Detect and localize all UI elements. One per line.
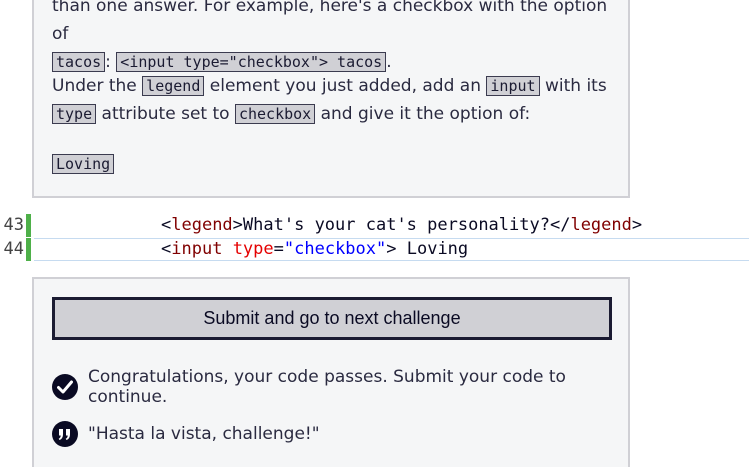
inline-code-type: type — [52, 104, 97, 124]
inline-code-loving: Loving — [52, 154, 115, 174]
inline-code-tacos: tacos — [52, 52, 106, 72]
instruction-text: and give it the option of: — [320, 104, 531, 124]
pass-indicator-bar — [26, 238, 31, 261]
instruction-text: Under the — [52, 76, 137, 96]
inline-code-legend: legend — [142, 76, 205, 96]
submit-button[interactable]: Submit and go to next challenge — [52, 297, 612, 340]
checkmark-circle-icon — [52, 374, 78, 400]
instructions-paragraph-1: than one answer. For example, here's a c… — [52, 0, 620, 76]
success-message-row: Congratulations, your code passes. Submi… — [52, 367, 628, 407]
code-tag: input — [171, 239, 223, 259]
line-code[interactable]: <legend>What's your cat's personality?</… — [161, 214, 642, 237]
instruction-text: attribute set to — [101, 104, 230, 124]
quote-icon — [52, 421, 78, 447]
instructions-panel: than one answer. For example, here's a c… — [32, 0, 630, 198]
inline-code-input-example: <input type="checkbox"> tacos — [116, 52, 387, 72]
editor-line-active[interactable]: 44 <input type="checkbox"> Loving — [0, 238, 749, 261]
inline-code-input: input — [486, 76, 540, 96]
code-editor[interactable]: 43 <legend>What's your cat's personality… — [0, 212, 749, 262]
instruction-text: : — [105, 52, 111, 72]
result-panel: Submit and go to next challenge Congratu… — [32, 277, 630, 467]
instructions-option: Loving — [52, 150, 620, 178]
code-tag: legend — [570, 215, 632, 235]
code-text: Loving — [396, 239, 469, 259]
code-text: What's your cat's personality? — [242, 215, 550, 235]
code-string: "checkbox" — [283, 239, 387, 259]
success-message: Congratulations, your code passes. Submi… — [88, 367, 566, 407]
editor-line[interactable]: 43 <legend>What's your cat's personality… — [0, 214, 749, 237]
quote-text: "Hasta la vista, challenge!" — [88, 424, 320, 444]
instruction-text: than one answer. For example, here's a c… — [52, 0, 608, 44]
line-number: 43 — [3, 215, 24, 235]
instruction-text: . — [386, 52, 392, 72]
line-code[interactable]: <input type="checkbox"> Loving — [161, 238, 468, 261]
instruction-text: element you just added, add an — [209, 76, 481, 96]
quote-row: "Hasta la vista, challenge!" — [52, 421, 320, 447]
pass-indicator-bar — [26, 214, 31, 237]
instruction-text: with its — [544, 76, 607, 96]
inline-code-checkbox: checkbox — [234, 104, 316, 124]
instructions-paragraph-2: Under the legend element you just added,… — [52, 72, 620, 128]
code-attr: type — [232, 239, 274, 259]
code-tag: legend — [171, 215, 233, 235]
line-number: 44 — [3, 239, 24, 259]
